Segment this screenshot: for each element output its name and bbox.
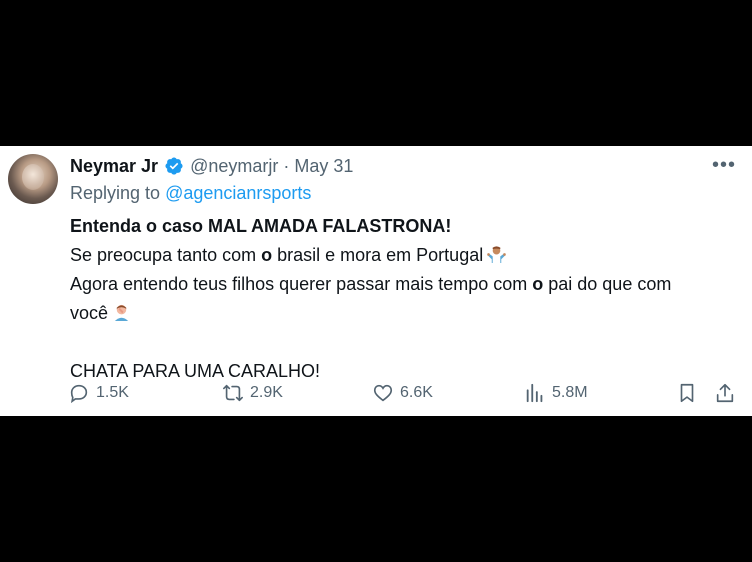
views-button[interactable]: 5.8M <box>524 382 588 404</box>
tweet-text-bold: o <box>261 245 273 265</box>
tweet-text-bold: o <box>532 274 544 294</box>
like-button[interactable]: 6.6K <box>372 382 433 404</box>
avatar[interactable] <box>8 154 58 204</box>
replying-to: Replying to @agencianrsports <box>70 183 311 204</box>
person-shrugging-emoji <box>487 246 507 264</box>
tweet-text: Entenda o caso MAL AMADA FALASTRONA! Se … <box>70 212 740 386</box>
reply-icon <box>70 384 88 404</box>
verified-badge-icon <box>165 157 183 175</box>
heart-icon <box>373 384 393 402</box>
tweet-line-2: Se preocupa tanto com o brasil e mora em… <box>70 241 740 270</box>
author-handle[interactable]: @neymarjr <box>190 156 278 177</box>
tweet-text-segment: pai do que com <box>543 274 672 294</box>
tweet-header: Neymar Jr @neymarjr · May 31 <box>70 155 353 177</box>
share-icon <box>716 383 734 403</box>
tweet-text-segment: você <box>70 303 109 323</box>
views-chart-icon <box>526 383 543 403</box>
person-facepalming-emoji <box>114 304 129 322</box>
reply-button[interactable]: 1.5K <box>68 382 129 404</box>
author-name[interactable]: Neymar Jr <box>70 156 158 177</box>
tweet-actions: 1.5K 2.9K 6.6K 5.8M <box>0 382 752 408</box>
share-button[interactable] <box>714 382 736 404</box>
replying-to-mention[interactable]: @agencianrsports <box>165 183 311 203</box>
repost-count: 2.9K <box>250 384 283 401</box>
tweet-card: Neymar Jr @neymarjr · May 31 ••• Replyin… <box>0 146 752 416</box>
tweet-text-segment: Agora entendo teus filhos querer passar … <box>70 274 533 294</box>
views-count: 5.8M <box>552 384 588 401</box>
reply-count: 1.5K <box>96 384 129 401</box>
tweet-line-3: Agora entendo teus filhos querer passar … <box>70 270 740 299</box>
bookmark-button[interactable] <box>676 382 698 404</box>
tweet-text-segment: Se preocupa tanto com <box>70 245 262 265</box>
repost-icon <box>223 384 243 402</box>
more-options-icon[interactable]: ••• <box>712 155 736 175</box>
tweet-line-1: Entenda o caso MAL AMADA FALASTRONA! <box>70 216 452 236</box>
tweet-text-segment: brasil e mora em Portugal <box>272 245 484 265</box>
tweet-date[interactable]: May 31 <box>294 156 353 177</box>
repost-button[interactable]: 2.9K <box>222 382 283 404</box>
separator-dot: · <box>283 155 290 176</box>
like-count: 6.6K <box>400 384 433 401</box>
replying-to-label: Replying to <box>70 183 161 203</box>
bookmark-icon <box>680 383 694 403</box>
tweet-line-4: você <box>70 299 740 328</box>
